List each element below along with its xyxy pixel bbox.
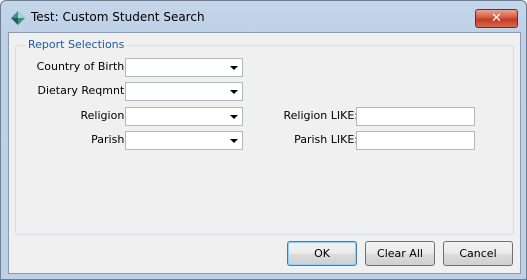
parish-combo[interactable] <box>125 131 243 150</box>
ok-button[interactable]: OK <box>287 241 357 266</box>
chevron-down-icon[interactable] <box>226 133 241 148</box>
close-icon: ✕ <box>491 11 502 26</box>
country-of-birth-label: Country of Birth: <box>36 60 128 73</box>
religion-like-input[interactable] <box>356 107 475 126</box>
religion-label: Religion: <box>80 109 128 122</box>
title-bar[interactable]: Test: Custom Student Search ✕ <box>1 1 526 34</box>
country-of-birth-combo[interactable] <box>125 58 243 77</box>
parish-label: Parish: <box>91 133 128 146</box>
chevron-down-icon[interactable] <box>226 84 241 99</box>
dialog-client-area: Report Selections Country of Birth: Diet… <box>8 32 521 274</box>
parish-like-label: Parish LIKE: <box>294 133 358 146</box>
dialog-window: Test: Custom Student Search ✕ Report Sel… <box>0 0 527 280</box>
window-title: Test: Custom Student Search <box>31 10 205 24</box>
clear-all-button[interactable]: Clear All <box>365 241 435 266</box>
cancel-button[interactable]: Cancel <box>443 241 513 266</box>
parish-like-input[interactable] <box>356 131 475 150</box>
chevron-down-icon[interactable] <box>226 60 241 75</box>
dietary-reqmnt-label: Dietary Reqmnt: <box>37 84 128 97</box>
religion-like-label: Religion LIKE: <box>283 109 358 122</box>
app-diamond-icon <box>11 11 25 25</box>
close-button[interactable]: ✕ <box>475 9 518 28</box>
group-legend: Report Selections <box>26 38 127 51</box>
report-selections-group: Report Selections Country of Birth: Diet… <box>15 38 514 235</box>
dietary-reqmnt-combo[interactable] <box>125 82 243 101</box>
religion-combo[interactable] <box>125 107 243 126</box>
chevron-down-icon[interactable] <box>226 109 241 124</box>
